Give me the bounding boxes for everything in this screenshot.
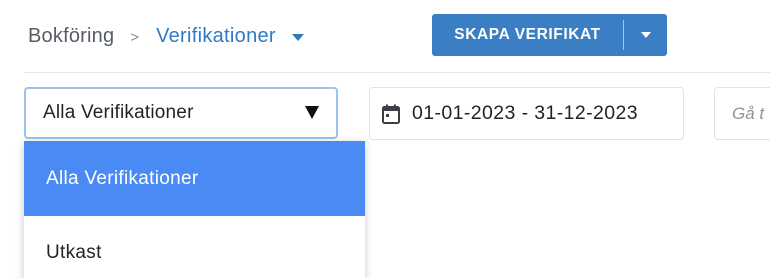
calendar-icon [382, 104, 400, 124]
filter-selected-value: Alla Verifikationer [43, 102, 194, 123]
breadcrumb-current-label: Verifikationer [156, 24, 276, 47]
breadcrumb-root[interactable]: Bokföring [28, 25, 114, 48]
create-verification-split-button: SKAPA VERIFIKAT [432, 14, 667, 56]
filter-option-all[interactable]: Alla Verifikationer [24, 141, 365, 216]
page: Bokföring > Verifikationer SKAPA VERIFIK… [0, 0, 770, 278]
filter-dropdown-menu: Alla Verifikationer Utkast [24, 141, 365, 278]
breadcrumb-current-dropdown[interactable]: Verifikationer [156, 25, 304, 48]
chevron-down-icon [291, 33, 304, 41]
caret-down-icon [640, 32, 651, 38]
date-range-value: 01-01-2023 - 31-12-2023 [412, 102, 639, 124]
create-verification-button[interactable]: SKAPA VERIFIKAT [432, 14, 623, 56]
breadcrumb-separator: > [130, 28, 140, 46]
date-range-picker[interactable]: 01-01-2023 - 31-12-2023 [369, 87, 684, 140]
filter-option-drafts[interactable]: Utkast [24, 216, 365, 278]
header-divider [24, 72, 770, 73]
verification-filter-select[interactable]: Alla Verifikationer [24, 87, 338, 139]
breadcrumb: Bokföring > Verifikationer [28, 22, 304, 50]
goto-input[interactable] [714, 87, 770, 140]
triangle-down-icon [305, 106, 319, 119]
create-options-toggle[interactable] [624, 14, 667, 56]
